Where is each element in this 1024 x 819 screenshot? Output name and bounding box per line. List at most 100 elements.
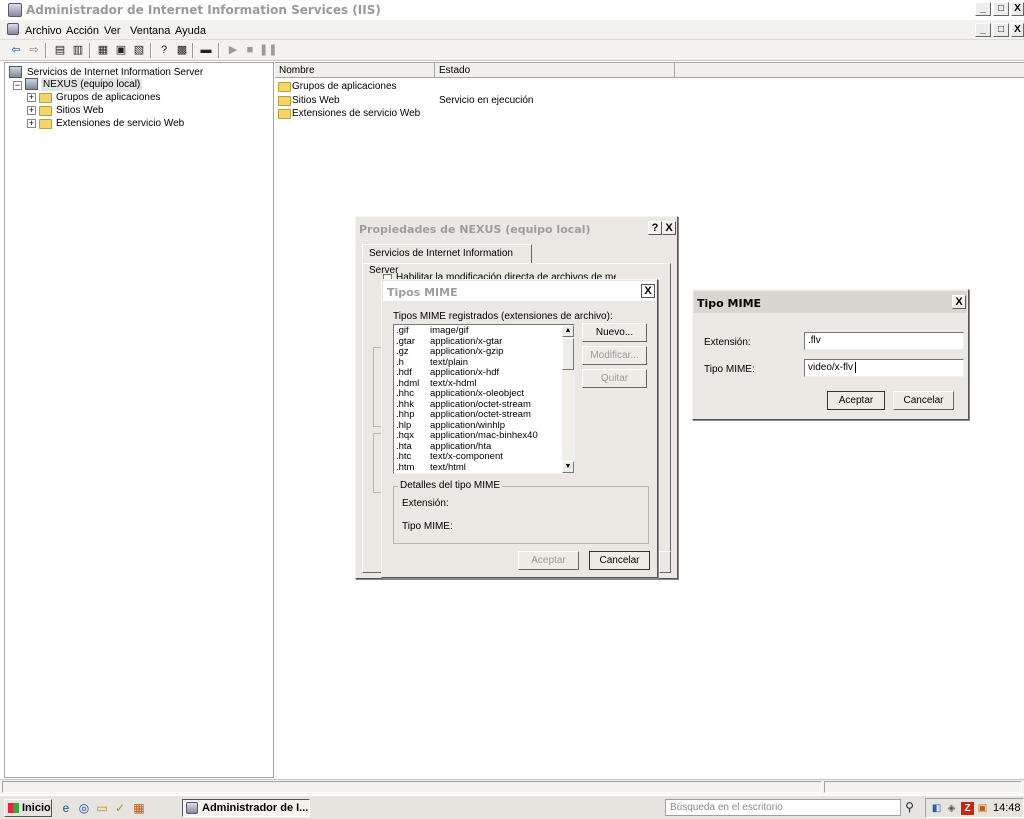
folder-shortcut-icon[interactable]: ▭ — [95, 801, 109, 815]
mime-details-label: Detalles del tipo MIME — [398, 480, 503, 491]
play-icon[interactable]: ▶ — [225, 43, 241, 58]
mime-type-cancel-button[interactable]: Cancelar — [893, 391, 954, 410]
mime-type-field[interactable]: video/x-flv — [804, 359, 964, 377]
server-icon — [25, 78, 38, 90]
taskbar-task-iis[interactable]: Administrador de I... — [182, 799, 310, 817]
column-header-name[interactable]: Nombre — [275, 63, 435, 78]
details-extension-label: Extensión: — [402, 498, 449, 509]
winamp-icon[interactable]: ✓ — [113, 801, 127, 815]
clock: 14:48 — [993, 802, 1021, 814]
network-icon[interactable]: ◧ — [930, 802, 943, 815]
show-tree-icon[interactable]: ▥ — [70, 43, 86, 58]
scroll-thumb[interactable] — [562, 338, 574, 370]
minimize-button[interactable]: _ — [975, 2, 991, 16]
apply-button-edge — [659, 551, 671, 573]
toolbar-separator — [192, 43, 194, 58]
menu-accion[interactable]: Acción — [66, 25, 99, 37]
help-icon[interactable]: ? — [156, 43, 172, 58]
list-item[interactable]: .hdf application/x-hdf — [394, 367, 562, 379]
doc-close-button[interactable]: X — [1011, 23, 1024, 37]
properties-dialog-title: Propiedades de NEXUS (equipo local) — [359, 223, 591, 236]
folder-icon — [278, 82, 291, 92]
doc-minimize-button[interactable]: _ — [975, 23, 991, 37]
tree-item-label: Extensiones de servicio Web — [56, 118, 185, 129]
extension-field[interactable]: .flv — [804, 332, 964, 350]
app-titlebar: Administrador de Internet Information Se… — [0, 0, 1024, 20]
folder-icon — [39, 93, 52, 103]
search-icon[interactable]: ⚲ — [901, 799, 918, 816]
outlook-express-icon[interactable]: ◎ — [77, 801, 91, 815]
toolbar: ⇦ ⇨ ▤ ▥ ▦ ▣ ▧ ? ▩ ▬ ▶ ■ ❚❚ — [0, 40, 1024, 61]
expand-icon[interactable]: + — [27, 93, 36, 102]
mime-list-label: Tipos MIME registrados (extensiones de a… — [393, 311, 613, 322]
folder-icon — [278, 109, 291, 119]
remove-mime-button[interactable]: Quitar — [582, 369, 647, 388]
collapse-icon[interactable]: − — [13, 81, 22, 90]
help-button[interactable]: ? — [648, 221, 662, 235]
list-item[interactable]: .gz application/x-gzip — [394, 346, 562, 358]
expand-icon[interactable]: + — [27, 119, 36, 128]
tree-server-label: NEXUS (equipo local) — [41, 78, 143, 91]
taskbar: Inicio e ◎ ▭ ✓ ▦ Administrador de I... B… — [0, 795, 1024, 819]
mime-ok-button[interactable]: Aceptar — [518, 551, 579, 570]
new-mime-button[interactable]: Nuevo... — [582, 323, 647, 342]
tab-iis[interactable]: Servicios de Internet Information Server — [362, 244, 532, 276]
mime-details-group — [393, 486, 649, 544]
mime-type-ok-button[interactable]: Aceptar — [827, 391, 885, 410]
filezilla-icon[interactable]: Z — [961, 802, 974, 815]
maximize-button[interactable]: □ — [993, 2, 1009, 16]
close-button[interactable]: X — [1011, 2, 1024, 16]
iis-root-icon — [9, 66, 22, 78]
refresh-icon[interactable]: ▧ — [131, 43, 147, 58]
mime-type-dialog-title: Tipo MIME — [697, 297, 762, 310]
mime-type-value: video/x-flv — [808, 362, 854, 373]
console-icon[interactable]: ▩ — [174, 43, 190, 58]
folder-icon — [39, 106, 52, 116]
list-item-name: Grupos de aplicaciones — [292, 81, 397, 92]
iis-task-icon — [186, 802, 198, 814]
mime-list-rows: .gif image/gif .gtar application/x-gtar .g… — [394, 325, 562, 474]
properties-icon[interactable]: ▦ — [95, 43, 111, 58]
status-bar — [0, 779, 1024, 794]
start-button[interactable]: Inicio — [4, 799, 52, 817]
export-icon[interactable]: ▣ — [113, 43, 129, 58]
doc-maximize-button[interactable]: □ — [993, 23, 1009, 37]
expand-icon[interactable]: + — [27, 106, 36, 115]
properties-close-button[interactable]: X — [662, 221, 676, 235]
menu-ventana[interactable]: Ventana — [130, 25, 170, 37]
internet-explorer-icon[interactable]: e — [59, 801, 73, 815]
stop-icon[interactable]: ■ — [242, 43, 258, 58]
mime-dialog-close-button[interactable]: X — [641, 284, 655, 298]
desktop-search-input[interactable]: Búsqueda en el escritorio — [665, 799, 901, 816]
shield-icon[interactable]: ◈ — [945, 802, 958, 815]
monitor-icon[interactable]: ▣ — [976, 802, 989, 815]
tree-item-label: Sitios Web — [56, 105, 104, 116]
computer-icon[interactable]: ▬ — [198, 43, 214, 58]
mime-listbox[interactable]: .gif image/gif .gtar application/x-gtar .g… — [393, 324, 575, 474]
folder-icon — [39, 119, 52, 129]
iis-app-icon — [8, 3, 22, 17]
details-mime-label: Tipo MIME: — [402, 521, 453, 532]
back-icon[interactable]: ⇦ — [8, 43, 24, 58]
pause-icon[interactable]: ❚❚ — [259, 43, 277, 58]
edit-mime-button[interactable]: Modificar... — [582, 346, 647, 365]
start-label: Inicio — [22, 802, 51, 814]
column-header-empty — [675, 63, 1024, 78]
taskbar-task-label: Administrador de I... — [202, 802, 309, 814]
scroll-up-icon[interactable]: ▲ — [562, 325, 574, 337]
list-item[interactable]: .htm text/html — [394, 462, 562, 474]
scroll-down-icon[interactable]: ▼ — [562, 461, 574, 473]
forward-icon[interactable]: ⇨ — [26, 43, 42, 58]
list-item-name: Sitios Web — [292, 95, 340, 106]
menu-ayuda[interactable]: Ayuda — [175, 25, 206, 37]
up-folder-icon[interactable]: ▤ — [52, 43, 68, 58]
app-grid-icon[interactable]: ▦ — [132, 801, 146, 815]
mime-cancel-button[interactable]: Cancelar — [589, 551, 650, 570]
menu-archivo[interactable]: Archivo — [25, 25, 62, 37]
menu-ver[interactable]: Ver — [104, 25, 121, 37]
column-header-status[interactable]: Estado — [435, 63, 675, 78]
mime-type-close-button[interactable]: X — [952, 295, 966, 309]
mime-type-label: Tipo MIME: — [704, 364, 755, 375]
toolbar-separator — [150, 43, 152, 58]
list-item[interactable]: .htc text/x-component — [394, 451, 562, 463]
